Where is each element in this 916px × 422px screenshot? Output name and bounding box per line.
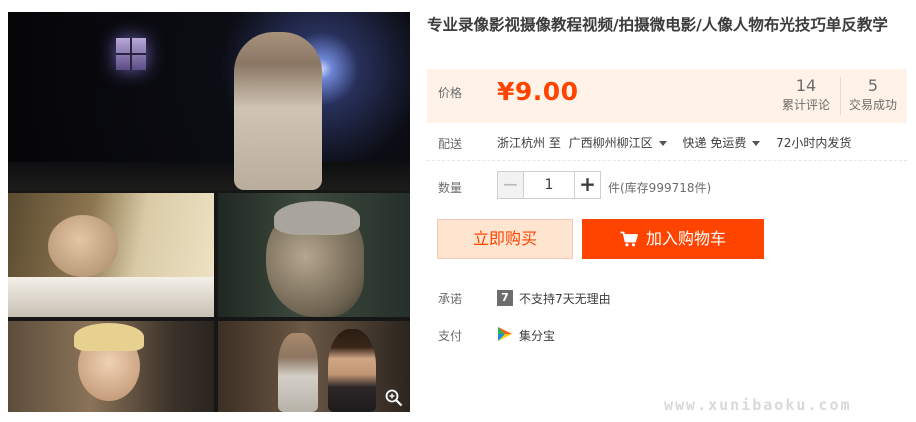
delivery-row: 浙江杭州 至 广西柳州柳江区 快递 免运费 72小时内发货 — [497, 134, 855, 151]
delivery-destination-select[interactable]: 广西柳州柳江区 — [569, 136, 675, 150]
cart-icon — [620, 231, 638, 247]
delivery-origin: 浙江杭州 至 — [497, 136, 561, 150]
chevron-down-icon — [752, 141, 761, 146]
seven-day-icon: 7 — [497, 290, 513, 306]
section-divider — [427, 160, 907, 161]
delivery-label: 配送 — [438, 137, 463, 151]
stock-info: 件(库存999718件) — [608, 181, 712, 195]
reviews-label: 累计评论 — [781, 98, 830, 112]
movie-still-smiling-woman — [8, 321, 214, 412]
add-to-cart-button[interactable]: 加入购物车 — [582, 219, 764, 259]
promise-label: 承诺 — [438, 292, 463, 306]
jifenbao-icon — [498, 327, 512, 341]
sales-stat: 5 交易成功 — [839, 75, 907, 113]
payment-method[interactable]: 集分宝 — [519, 327, 555, 344]
quantity-input[interactable] — [524, 172, 574, 198]
movie-still-woman-in-bed — [8, 193, 214, 317]
price-value: ¥9.00 — [497, 77, 579, 106]
watermark: www.xunibaoku.com — [664, 396, 852, 414]
quantity-decrease-button[interactable]: − — [498, 172, 524, 198]
price-panel: 价格 ¥9.00 14 累计评论 5 交易成功 — [427, 69, 907, 123]
sales-count: 5 — [867, 76, 879, 95]
shipping-method: 快递 免运费 — [682, 136, 747, 150]
payment-label: 支付 — [438, 329, 463, 343]
price-label: 价格 — [438, 86, 463, 100]
buy-now-button[interactable]: 立即购买 — [437, 219, 573, 259]
sales-label: 交易成功 — [848, 98, 897, 112]
add-to-cart-label: 加入购物车 — [645, 229, 726, 248]
quantity-increase-button[interactable]: + — [574, 172, 600, 198]
reviews-count: 14 — [795, 76, 817, 95]
quantity-label: 数量 — [438, 181, 463, 195]
movie-still-old-man-closeup — [218, 193, 410, 317]
quantity-stepper: − + — [497, 171, 601, 199]
product-title: 专业录像影视摄像教程视频/拍摄微电影/人像人物布光技巧单反教学 — [427, 16, 888, 34]
reviews-stat[interactable]: 14 累计评论 — [772, 75, 840, 113]
delivery-destination: 广西柳州柳江区 — [568, 136, 653, 150]
movie-still-night-scene — [8, 12, 410, 190]
magnifier-icon[interactable] — [384, 388, 404, 408]
ship-time: 72小时内发货 — [776, 136, 852, 150]
promise-text[interactable]: 不支持7天无理由 — [519, 290, 611, 307]
chevron-down-icon — [658, 141, 667, 146]
shipping-method-select[interactable]: 快递 免运费 — [683, 136, 769, 150]
movie-still-couple — [218, 321, 410, 412]
product-image-gallery[interactable] — [8, 12, 410, 412]
